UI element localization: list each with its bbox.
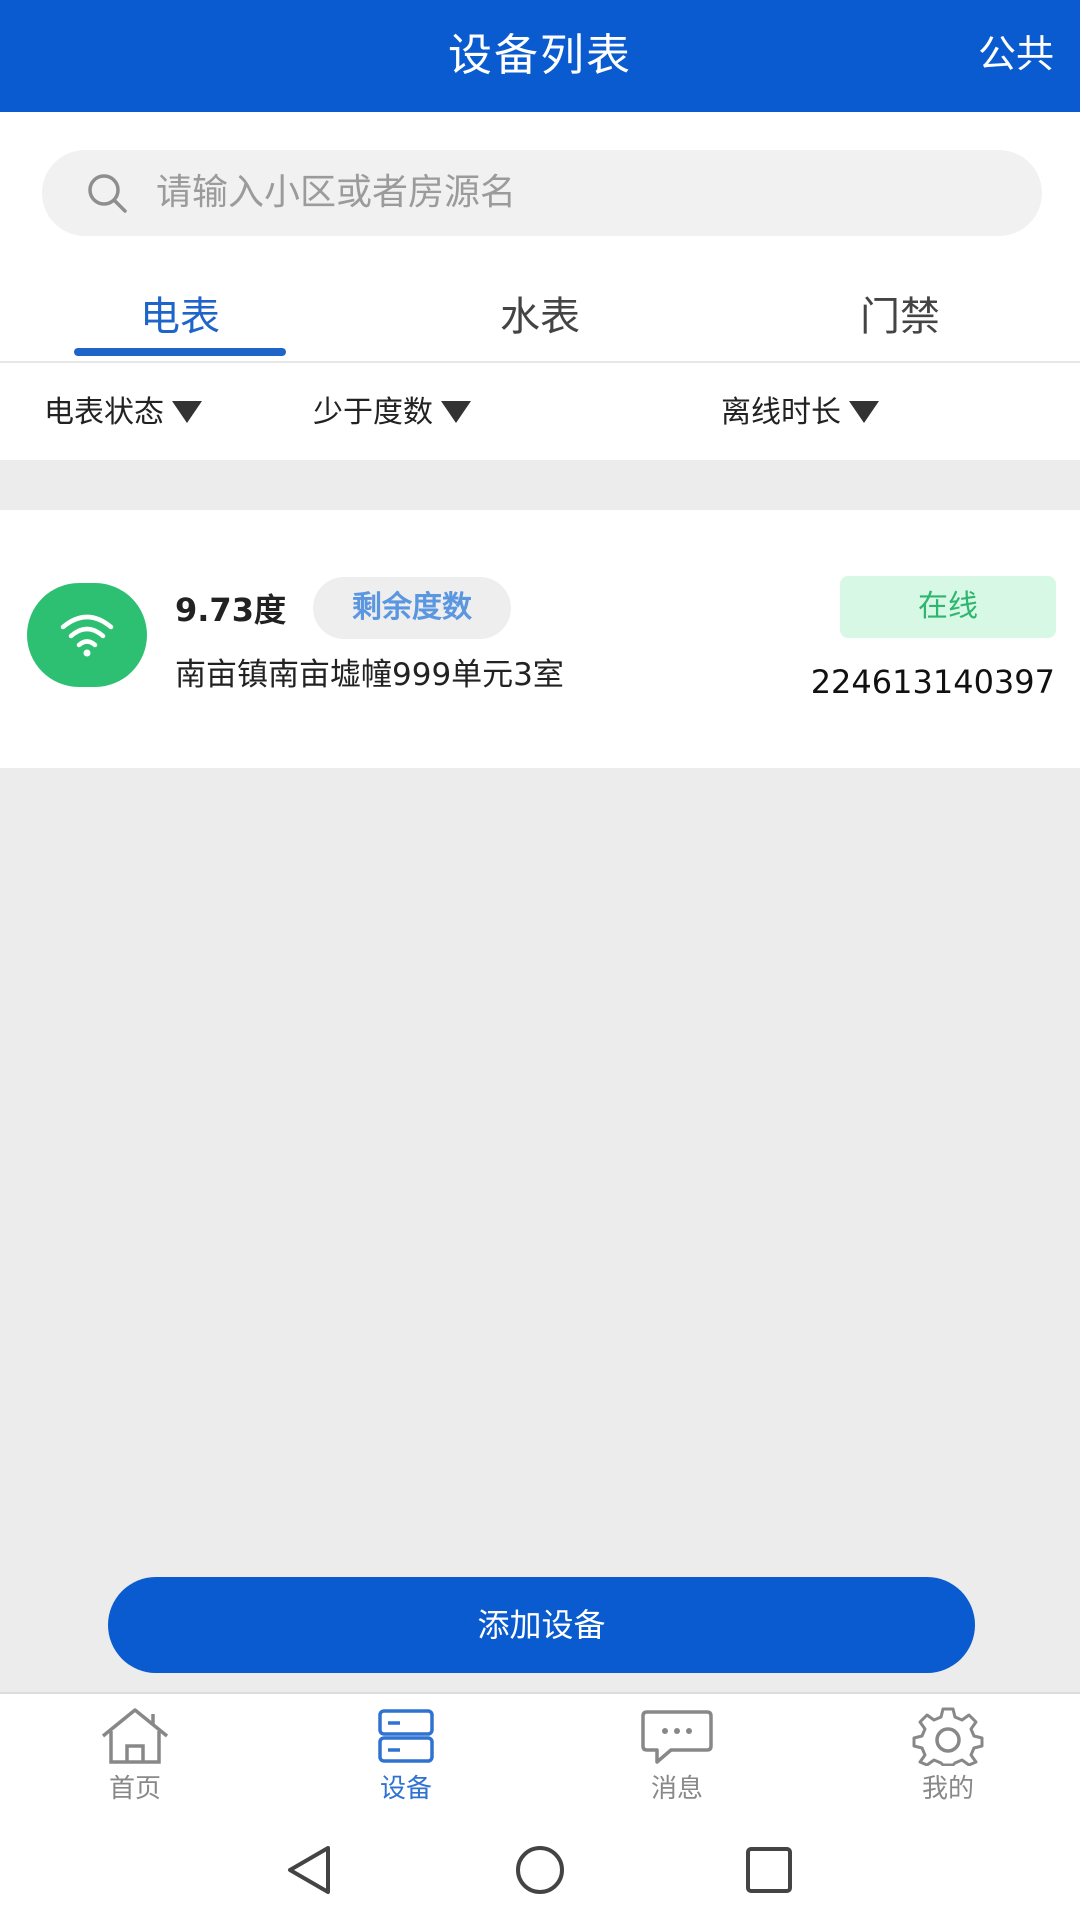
- tab-divider: [0, 361, 1080, 363]
- device-icon: [378, 1709, 434, 1763]
- gear-icon: [912, 1707, 984, 1766]
- active-tab-indicator: [74, 348, 286, 356]
- meter-reading: 9.73度: [175, 591, 286, 629]
- device-address: 南亩镇南亩墟幢999单元3室: [175, 657, 564, 693]
- search-input[interactable]: 请输入小区或者房源名: [42, 150, 1042, 236]
- nav-label: 我的: [921, 1774, 974, 1804]
- recents-square-icon[interactable]: [739, 1842, 799, 1898]
- search-icon: [88, 174, 127, 213]
- filter-offline-duration[interactable]: 离线时长: [721, 385, 879, 441]
- nav-item-profile[interactable]: 我的: [868, 1700, 1028, 1816]
- nav-label: 首页: [108, 1774, 161, 1804]
- message-icon: [641, 1710, 713, 1764]
- tab-access-control[interactable]: 门禁: [800, 282, 1000, 352]
- filter-label: 离线时长: [721, 395, 841, 430]
- dropdown-triangle-icon: [849, 400, 879, 423]
- tab-water-meter[interactable]: 水表: [440, 282, 640, 352]
- tab-electric-meter[interactable]: 电表: [80, 282, 280, 352]
- page-title: 设备列表: [448, 30, 632, 81]
- nav-item-devices[interactable]: 设备: [326, 1700, 486, 1816]
- wifi-status-icon: [27, 583, 147, 687]
- app-header: 设备列表 公共: [0, 0, 1080, 112]
- nav-item-messages[interactable]: 消息: [597, 1700, 757, 1816]
- nav-label: 消息: [650, 1774, 703, 1804]
- dropdown-triangle-icon: [172, 400, 202, 423]
- filter-label: 电表状态: [44, 395, 164, 430]
- public-button[interactable]: 公共: [970, 0, 1080, 112]
- remaining-badge: 剩余度数: [313, 577, 511, 639]
- home-circle-icon[interactable]: [510, 1842, 570, 1898]
- device-id: 224613140397: [810, 663, 1055, 701]
- home-icon: [101, 1708, 169, 1764]
- device-card[interactable]: [0, 510, 1080, 768]
- status-badge: 在线: [840, 576, 1056, 638]
- wifi-icon: [60, 614, 114, 657]
- nav-item-home[interactable]: 首页: [55, 1700, 215, 1816]
- dropdown-triangle-icon: [441, 400, 471, 423]
- back-icon[interactable]: [280, 1842, 340, 1898]
- nav-label: 设备: [379, 1774, 432, 1804]
- add-device-button[interactable]: 添加设备: [108, 1577, 975, 1673]
- filter-below-reading[interactable]: 少于度数: [313, 385, 471, 441]
- filter-meter-status[interactable]: 电表状态: [44, 385, 202, 441]
- search-placeholder: 请输入小区或者房源名: [156, 172, 517, 213]
- filter-label: 少于度数: [313, 395, 433, 430]
